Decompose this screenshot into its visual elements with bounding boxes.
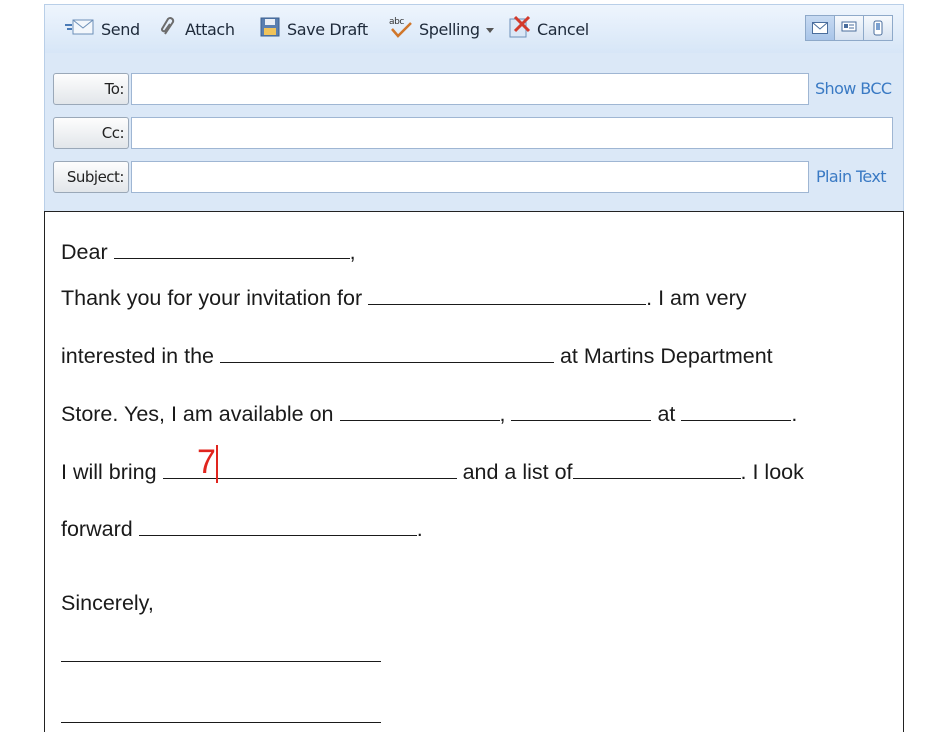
cancel-button[interactable]: Cancel [507, 15, 589, 43]
save-draft-label: Save Draft [287, 19, 368, 39]
phone-view-icon [873, 20, 883, 36]
recipient-blank[interactable] [113, 240, 350, 259]
letter-line-1: Dear , [61, 240, 356, 265]
spellcheck-icon: abc [387, 15, 413, 43]
date-blank[interactable] [511, 402, 652, 421]
period-text: . [791, 402, 798, 426]
subject-row: Subject: Plain Text [53, 161, 901, 195]
position-blank[interactable] [219, 344, 554, 363]
signature-line-1[interactable] [61, 661, 381, 662]
time-blank[interactable] [681, 402, 792, 421]
phone-view-button[interactable] [863, 15, 893, 41]
letter-line-4: Store. Yes, I am available on , at . [61, 402, 797, 427]
line5-end-text: . I look [740, 460, 804, 484]
save-icon [259, 16, 281, 42]
compose-toolbar: Send Attach Save Draft abc Spelling Canc… [44, 4, 904, 54]
annotation-number: 7 [197, 443, 216, 481]
paperclip-icon [159, 16, 179, 42]
chevron-down-icon[interactable] [485, 27, 494, 33]
cc-input[interactable] [131, 117, 893, 149]
letter-line-6: forward . [61, 517, 423, 542]
cc-button[interactable]: Cc: [53, 117, 129, 149]
attach-button[interactable]: Attach [159, 16, 235, 42]
subject-label: Subject: [53, 161, 129, 193]
signature-line-2[interactable] [61, 722, 381, 723]
text-cursor [216, 445, 218, 483]
subject-input[interactable] [131, 161, 809, 193]
line4-text: Store. Yes, I am available on [61, 402, 334, 426]
line3-end-text: at Martins Department [559, 344, 773, 368]
line5-mid-text: and a list of [462, 460, 573, 484]
save-draft-button[interactable]: Save Draft [259, 16, 368, 42]
to-input[interactable] [131, 73, 809, 105]
line2-end-text: . I am very [646, 286, 747, 310]
card-view-icon [841, 21, 857, 32]
compose-window: Send Attach Save Draft abc Spelling Canc… [44, 4, 904, 732]
attach-label: Attach [185, 19, 235, 39]
line2-text: Thank you for your invitation for [61, 286, 363, 310]
day-blank[interactable] [339, 402, 500, 421]
svg-text:abc: abc [389, 17, 404, 27]
spelling-label: Spelling [419, 19, 480, 39]
send-button[interactable]: Send [65, 18, 140, 40]
letter-line-5: I will bring and a list of . I look [61, 460, 804, 485]
mail-view-icon [812, 22, 828, 34]
line6-text: forward [61, 517, 133, 541]
send-icon [65, 17, 95, 41]
address-fields: To: Show BCC Cc: Subject: Plain Text [44, 53, 904, 211]
closing-text: Sincerely, [61, 591, 154, 615]
period2-text: . [416, 517, 423, 541]
plain-text-link[interactable]: Plain Text [816, 167, 887, 186]
send-label: Send [101, 19, 140, 39]
cancel-icon [507, 15, 531, 43]
cc-row: Cc: [53, 117, 901, 151]
mail-view-button[interactable] [805, 15, 835, 41]
at-text: at [657, 402, 676, 426]
comma-text: , [349, 240, 356, 264]
line5-text: I will bring [61, 460, 157, 484]
letter-line-2: Thank you for your invitation for . I am… [61, 286, 747, 311]
message-body[interactable]: Dear , Thank you for your invitation for… [44, 211, 904, 732]
to-row: To: Show BCC [53, 73, 901, 107]
to-button[interactable]: To: [53, 73, 129, 105]
show-bcc-link[interactable]: Show BCC [815, 79, 892, 98]
greeting-text: Dear [61, 240, 108, 264]
event-blank[interactable] [368, 286, 647, 305]
view-buttons [805, 15, 893, 41]
line3-text: interested in the [61, 344, 214, 368]
letter-line-3: interested in the at Martins Department [61, 344, 773, 369]
forward-blank[interactable] [138, 517, 417, 536]
comma2-text: , [499, 402, 506, 426]
card-view-button[interactable] [834, 15, 864, 41]
cancel-label: Cancel [537, 19, 589, 39]
spelling-button[interactable]: abc Spelling [387, 15, 494, 43]
list-blank[interactable] [572, 460, 741, 479]
